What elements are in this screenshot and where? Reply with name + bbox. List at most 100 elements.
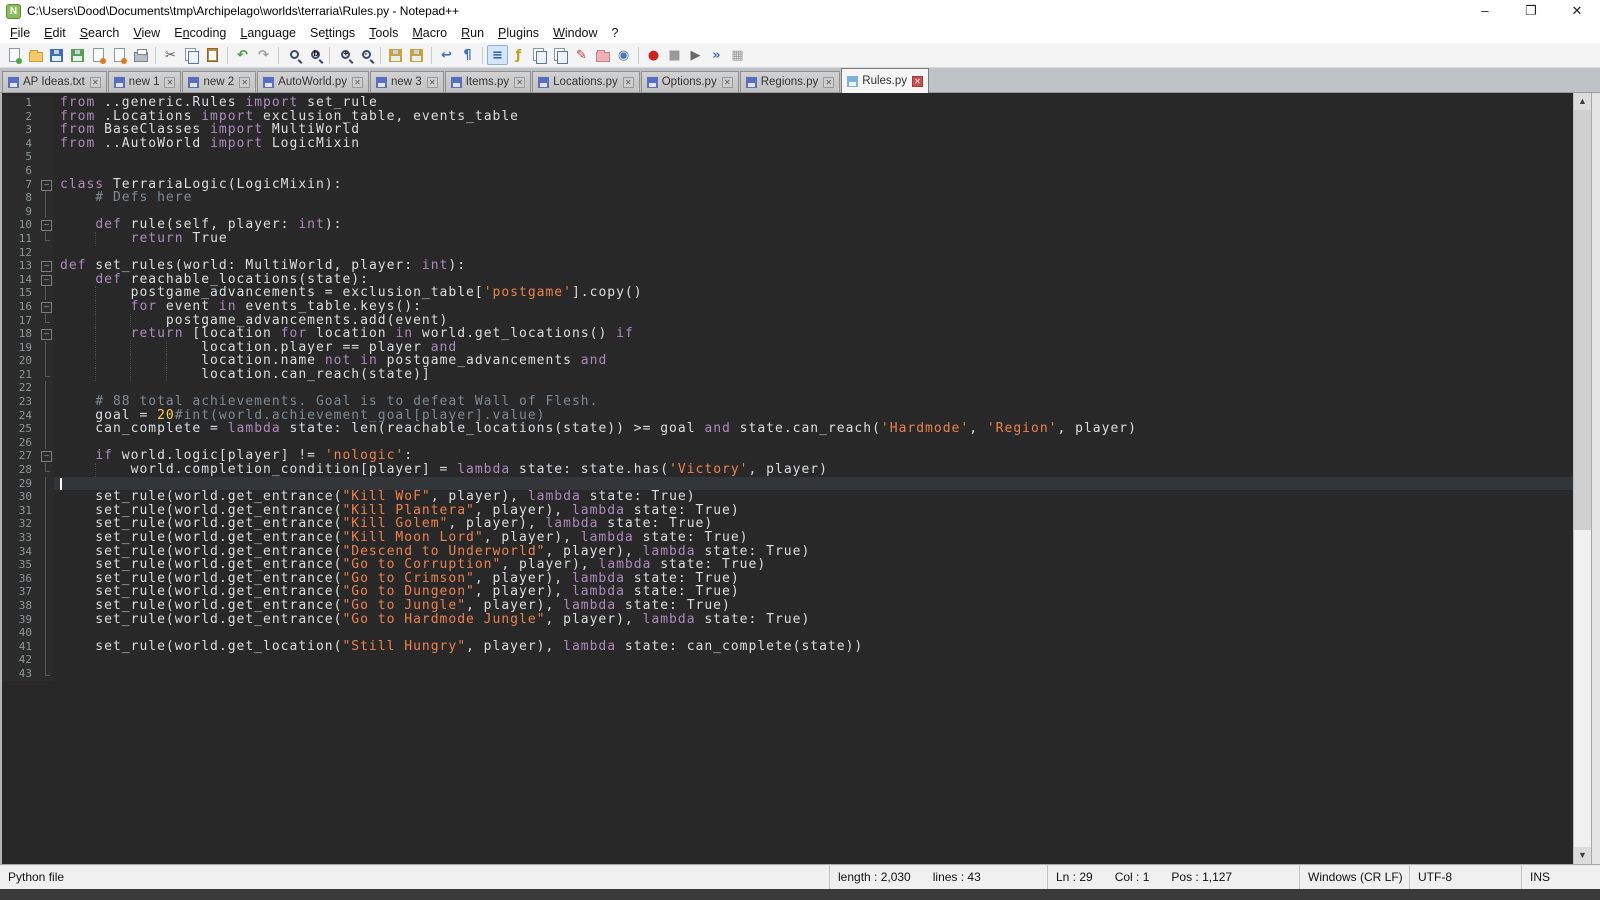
code-line[interactable]: 7class TerrariaLogic(LogicMixin): bbox=[2, 178, 1573, 192]
tab-items-py[interactable]: Items.py✕ bbox=[445, 71, 531, 92]
code-line[interactable]: 5 bbox=[2, 150, 1573, 164]
code-line[interactable]: 41 set_rule(world.get_location("Still Hu… bbox=[2, 640, 1573, 654]
macro-run-multiple-icon[interactable]: » bbox=[706, 45, 727, 65]
macro-stop-icon[interactable]: ■ bbox=[664, 45, 685, 65]
macro-record-icon[interactable]: ● bbox=[643, 45, 664, 65]
tab-close-icon[interactable]: ✕ bbox=[912, 76, 923, 87]
tab-close-icon[interactable]: ✕ bbox=[623, 77, 634, 88]
code-line[interactable]: 16 for event in events_table.keys(): bbox=[2, 300, 1573, 314]
sync-vertical-scroll-icon[interactable] bbox=[385, 45, 406, 65]
menu-file[interactable]: File bbox=[3, 24, 37, 42]
code-line[interactable]: 34 set_rule(world.get_entrance("Descend … bbox=[2, 545, 1573, 559]
tab-close-icon[interactable]: ✕ bbox=[823, 77, 834, 88]
fold-marker-icon[interactable] bbox=[38, 327, 54, 341]
code-line[interactable]: 37 set_rule(world.get_entrance("Go to Du… bbox=[2, 585, 1573, 599]
vertical-scrollbar[interactable]: ▲ ▼ bbox=[1573, 93, 1591, 864]
fold-marker-icon[interactable] bbox=[38, 178, 54, 192]
code-line[interactable]: 6 bbox=[2, 164, 1573, 178]
tab-regions-py[interactable]: Regions.py✕ bbox=[740, 71, 841, 92]
indent-guide-icon[interactable]: ≡ bbox=[487, 45, 508, 65]
tab-ap-ideas-txt[interactable]: AP Ideas.txt✕ bbox=[2, 71, 107, 92]
view-eye-icon[interactable]: ◉ bbox=[613, 45, 634, 65]
cut-icon[interactable]: ✂ bbox=[160, 45, 181, 65]
code-line[interactable]: 33 set_rule(world.get_entrance("Kill Moo… bbox=[2, 531, 1573, 545]
close-button[interactable]: ✕ bbox=[1554, 0, 1600, 22]
scrollbar-thumb[interactable] bbox=[1574, 110, 1591, 530]
code-line[interactable]: 13def set_rules(world: MultiWorld, playe… bbox=[2, 259, 1573, 273]
document-map-icon[interactable] bbox=[529, 45, 550, 65]
code-editor[interactable]: 1from ..generic.Rules import set_rule2fr… bbox=[0, 93, 1573, 864]
tab-options-py[interactable]: Options.py✕ bbox=[641, 71, 739, 92]
undo-icon[interactable]: ↶ bbox=[232, 45, 253, 65]
menu-settings[interactable]: Settings bbox=[303, 24, 362, 42]
code-line[interactable]: 12 bbox=[2, 246, 1573, 260]
code-line[interactable]: 35 set_rule(world.get_entrance("Go to Co… bbox=[2, 558, 1573, 572]
code-line[interactable]: 32 set_rule(world.get_entrance("Kill Gol… bbox=[2, 517, 1573, 531]
status-eol-format[interactable]: Windows (CR LF) bbox=[1300, 865, 1410, 889]
tab-new-3[interactable]: new 3✕ bbox=[370, 71, 444, 92]
tab-new-2[interactable]: new 2✕ bbox=[182, 71, 256, 92]
menu-search[interactable]: Search bbox=[73, 24, 127, 42]
find-icon[interactable] bbox=[283, 45, 304, 65]
new-file-icon[interactable] bbox=[4, 45, 25, 65]
zoom-in-icon[interactable]: + bbox=[334, 45, 355, 65]
paste-icon[interactable] bbox=[202, 45, 223, 65]
code-line[interactable]: 18 return [location for location in worl… bbox=[2, 327, 1573, 341]
menu-edit[interactable]: Edit bbox=[37, 24, 73, 42]
status-insert-mode[interactable]: INS bbox=[1522, 865, 1600, 889]
fold-marker-icon[interactable] bbox=[38, 449, 54, 463]
close-icon[interactable] bbox=[88, 45, 109, 65]
code-line[interactable]: 24 goal = 20#int(world.achievement_goal[… bbox=[2, 409, 1573, 423]
save-icon[interactable] bbox=[46, 45, 67, 65]
tab-close-icon[interactable]: ✕ bbox=[164, 77, 175, 88]
redo-icon[interactable]: ↷ bbox=[253, 45, 274, 65]
code-line[interactable]: 38 set_rule(world.get_entrance("Go to Ju… bbox=[2, 599, 1573, 613]
fold-marker-icon[interactable] bbox=[38, 273, 54, 287]
code-line[interactable]: 29 bbox=[2, 477, 1573, 491]
code-line[interactable]: 27 if world.logic[player] != 'nologic': bbox=[2, 449, 1573, 463]
code-line[interactable]: 39 set_rule(world.get_entrance("Go to Ha… bbox=[2, 613, 1573, 627]
code-line[interactable]: 36 set_rule(world.get_entrance("Go to Cr… bbox=[2, 572, 1573, 586]
code-line[interactable]: 8 # Defs here bbox=[2, 191, 1573, 205]
code-line[interactable]: 19 location.player == player and bbox=[2, 341, 1573, 355]
scroll-up-arrow[interactable]: ▲ bbox=[1574, 93, 1591, 110]
menu-?[interactable]: ? bbox=[605, 24, 626, 42]
replace-icon[interactable]: b bbox=[304, 45, 325, 65]
copy-icon[interactable] bbox=[181, 45, 202, 65]
macro-play-icon[interactable]: ▶ bbox=[685, 45, 706, 65]
fold-marker-icon[interactable] bbox=[38, 259, 54, 273]
word-wrap-icon[interactable]: ↩ bbox=[436, 45, 457, 65]
tab-close-icon[interactable]: ✕ bbox=[239, 77, 250, 88]
tab-close-icon[interactable]: ✕ bbox=[427, 77, 438, 88]
sync-horizontal-scroll-icon[interactable] bbox=[406, 45, 427, 65]
open-file-icon[interactable] bbox=[25, 45, 46, 65]
code-line[interactable]: 2from .Locations import exclusion_table,… bbox=[2, 110, 1573, 124]
code-line[interactable]: 22 bbox=[2, 381, 1573, 395]
code-line[interactable]: 30 set_rule(world.get_entrance("Kill WoF… bbox=[2, 490, 1573, 504]
tab-autoworld-py[interactable]: AutoWorld.py✕ bbox=[257, 71, 369, 92]
function-list-icon[interactable]: ƒ bbox=[508, 45, 529, 65]
code-line[interactable]: 15 postgame_advancements = exclusion_tab… bbox=[2, 286, 1573, 300]
tab-new-1[interactable]: new 1✕ bbox=[108, 71, 182, 92]
code-line[interactable]: 23 # 88 total achievements. Goal is to d… bbox=[2, 395, 1573, 409]
minimize-button[interactable]: – bbox=[1462, 0, 1508, 22]
menu-macro[interactable]: Macro bbox=[405, 24, 454, 42]
code-line[interactable]: 11 return True bbox=[2, 232, 1573, 246]
code-line[interactable]: 43 bbox=[2, 667, 1573, 681]
menu-view[interactable]: View bbox=[126, 24, 167, 42]
code-line[interactable]: 28 world.completion_condition[player] = … bbox=[2, 463, 1573, 477]
project-folder-icon[interactable] bbox=[592, 45, 613, 65]
print-icon[interactable] bbox=[130, 45, 151, 65]
tab-close-icon[interactable]: ✕ bbox=[722, 77, 733, 88]
code-line[interactable]: 9 bbox=[2, 205, 1573, 219]
menu-run[interactable]: Run bbox=[454, 24, 491, 42]
menu-tools[interactable]: Tools bbox=[362, 24, 405, 42]
monitor-edit-icon[interactable]: ✎ bbox=[571, 45, 592, 65]
menu-plugins[interactable]: Plugins bbox=[491, 24, 546, 42]
show-all-characters-icon[interactable]: ¶ bbox=[457, 45, 478, 65]
code-line[interactable]: 40 bbox=[2, 626, 1573, 640]
code-line[interactable]: 1from ..generic.Rules import set_rule bbox=[2, 96, 1573, 110]
code-line[interactable]: 42 bbox=[2, 653, 1573, 667]
zoom-out-icon[interactable]: - bbox=[355, 45, 376, 65]
scroll-down-arrow[interactable]: ▼ bbox=[1574, 847, 1591, 864]
